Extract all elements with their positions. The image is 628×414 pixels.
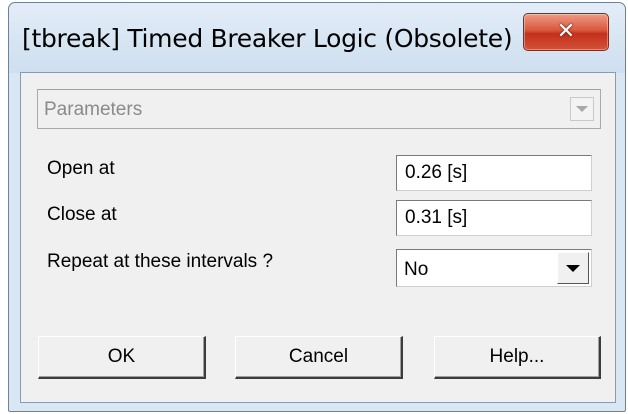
dialog-body: Parameters Open at Close at Repeat at th… (20, 72, 616, 403)
window-title: [tbreak] Timed Breaker Logic (Obsolete) (22, 24, 513, 53)
open-at-field[interactable] (396, 155, 592, 191)
parameter-group-value: Parameters (44, 99, 143, 120)
close-at-label: Close at (47, 204, 117, 225)
close-button[interactable]: ✕ (523, 13, 609, 51)
close-icon: ✕ (556, 19, 576, 44)
open-at-label: Open at (47, 158, 115, 179)
repeat-label: Repeat at these intervals ? (47, 251, 274, 272)
ok-button[interactable]: OK (38, 336, 206, 379)
dialog-window: [tbreak] Timed Breaker Logic (Obsolete) … (8, 2, 626, 412)
help-button[interactable]: Help... (434, 336, 601, 379)
title-bar[interactable]: [tbreak] Timed Breaker Logic (Obsolete) … (9, 3, 625, 73)
chevron-down-icon[interactable] (570, 97, 594, 121)
parameter-group-select[interactable]: Parameters (37, 89, 601, 129)
repeat-select[interactable]: No (396, 249, 592, 287)
close-at-field[interactable] (396, 200, 592, 236)
cancel-button[interactable]: Cancel (235, 336, 403, 379)
dropdown-arrow-icon[interactable] (557, 252, 589, 284)
repeat-select-value: No (404, 259, 429, 280)
